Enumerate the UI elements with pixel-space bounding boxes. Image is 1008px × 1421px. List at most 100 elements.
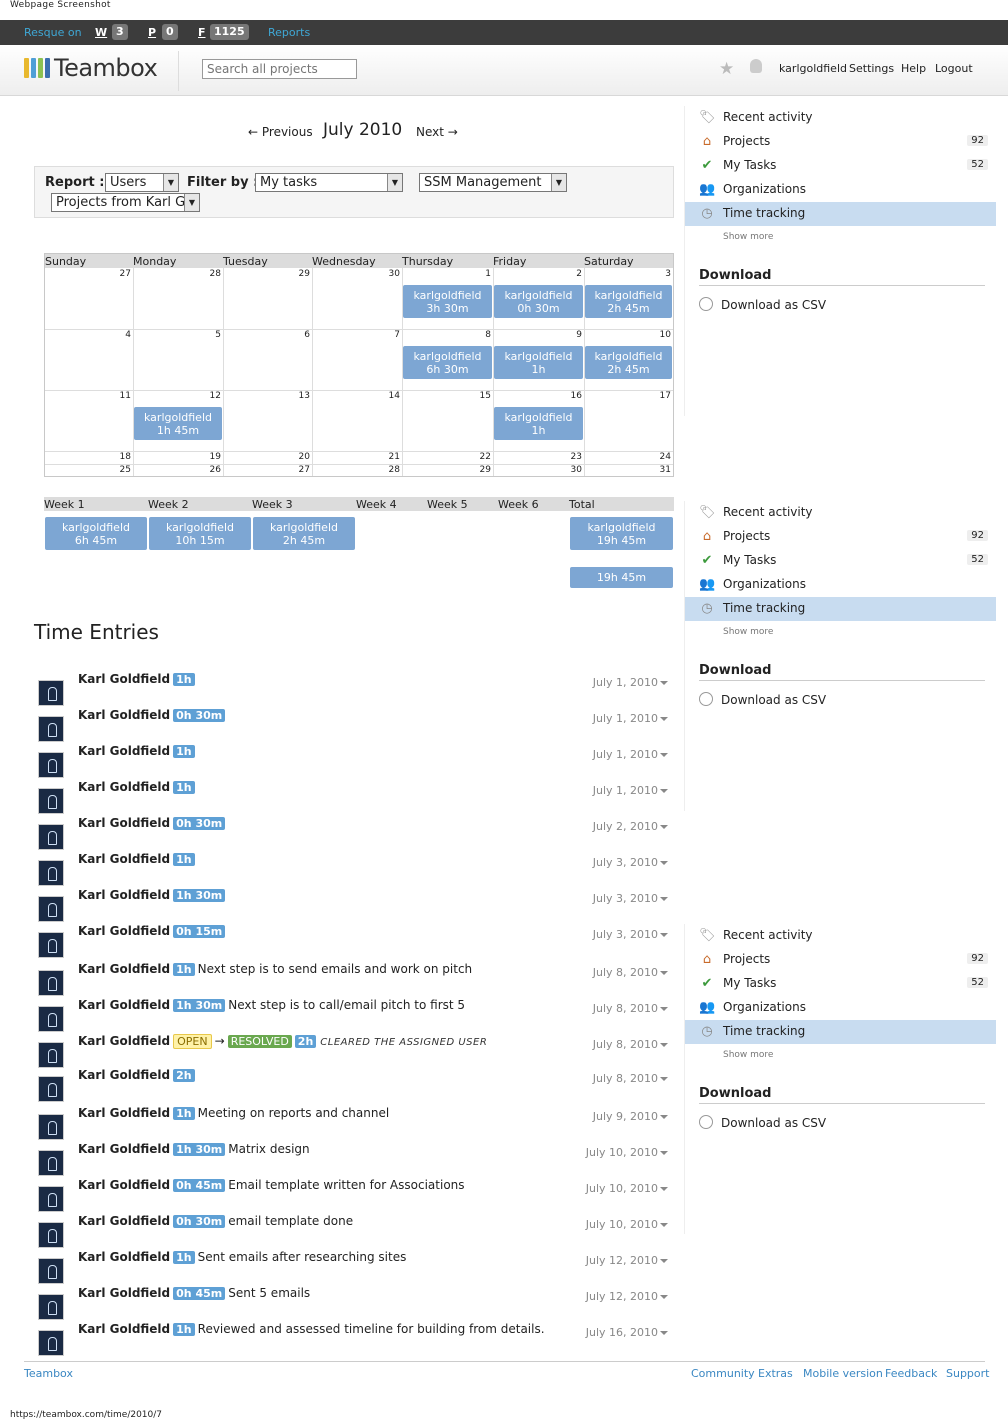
weekly-time-chip[interactable]: karlgoldfield 10h 15m <box>149 517 251 550</box>
sidebar-item-projects[interactable]: ⌂ Projects 92 <box>685 130 996 154</box>
search-input[interactable] <box>202 59 357 79</box>
entry-user-name[interactable]: Karl Goldfield <box>78 924 170 938</box>
user-avatar[interactable] <box>38 680 64 706</box>
calendar-time-chip[interactable]: karlgoldfield 0h 30m <box>494 285 583 318</box>
footer-brand-link[interactable]: Teambox <box>24 1367 73 1380</box>
show-more-link[interactable]: Show more <box>723 232 773 242</box>
entry-date[interactable]: July 8, 2010 <box>593 966 658 979</box>
entry-menu-caret-icon[interactable] <box>660 825 668 829</box>
entry-menu-caret-icon[interactable] <box>660 1295 668 1299</box>
entry-date[interactable]: July 1, 2010 <box>593 712 658 725</box>
star-icon[interactable]: ★ <box>719 59 734 79</box>
sidebar-item-my-tasks[interactable]: ✔ My Tasks 52 <box>685 972 996 996</box>
entry-menu-caret-icon[interactable] <box>660 717 668 721</box>
show-more-link[interactable]: Show more <box>723 627 773 637</box>
sidebar-item-recent-activity[interactable]: 🏷 Recent activity <box>685 501 996 525</box>
calendar-time-chip[interactable]: karlgoldfield 6h 30m <box>403 346 492 379</box>
resque-p-key[interactable]: P <box>148 26 156 39</box>
sidebar-item-projects[interactable]: ⌂ Projects 92 <box>685 948 996 972</box>
resque-status-link[interactable]: Resque on <box>24 26 82 39</box>
entry-user-name[interactable]: Karl Goldfield <box>78 744 170 758</box>
scope-select[interactable]: Projects from Karl Go ▼ <box>51 193 200 212</box>
entry-menu-caret-icon[interactable] <box>660 971 668 975</box>
sidebar-item-organizations[interactable]: 👥 Organizations <box>685 178 996 202</box>
user-avatar[interactable] <box>38 1076 64 1102</box>
entry-user-name[interactable]: Karl Goldfield <box>78 1178 170 1192</box>
sidebar-item-recent-activity[interactable]: 🏷 Recent activity <box>685 924 996 948</box>
next-month-link[interactable]: Next → <box>416 125 458 139</box>
filter-select[interactable]: My tasks ▼ <box>255 173 403 192</box>
sidebar-item-time-tracking[interactable]: ◷ Time tracking <box>685 1020 996 1044</box>
entry-user-name[interactable]: Karl Goldfield <box>78 1068 170 1082</box>
footer-link-extras[interactable]: Extras <box>758 1367 793 1380</box>
weekly-time-chip[interactable]: karlgoldfield 6h 45m <box>45 517 147 550</box>
calendar-time-chip[interactable]: karlgoldfield 1h <box>494 407 583 440</box>
entry-menu-caret-icon[interactable] <box>660 1187 668 1191</box>
entry-date[interactable]: July 16, 2010 <box>586 1326 658 1339</box>
entry-user-name[interactable]: Karl Goldfield <box>78 708 170 722</box>
entry-date[interactable]: July 10, 2010 <box>586 1218 658 1231</box>
sidebar-item-organizations[interactable]: 👥 Organizations <box>685 996 996 1020</box>
footer-link-community[interactable]: Community <box>691 1367 755 1380</box>
entry-menu-caret-icon[interactable] <box>660 1007 668 1011</box>
footer-link-support[interactable]: Support <box>946 1367 989 1380</box>
entry-date[interactable]: July 3, 2010 <box>593 856 658 869</box>
user-avatar[interactable] <box>38 1006 64 1032</box>
entry-menu-caret-icon[interactable] <box>660 789 668 793</box>
footer-link-feedback[interactable]: Feedback <box>885 1367 937 1380</box>
previous-month-link[interactable]: ← Previous <box>248 125 313 139</box>
entry-date[interactable]: July 1, 2010 <box>593 676 658 689</box>
sidebar-item-time-tracking[interactable]: ◷ Time tracking <box>685 597 996 621</box>
user-avatar[interactable] <box>38 1222 64 1248</box>
user-avatar[interactable] <box>38 1114 64 1140</box>
user-avatar[interactable] <box>38 970 64 996</box>
user-avatar[interactable] <box>38 1330 64 1356</box>
entry-user-name[interactable]: Karl Goldfield <box>78 1322 170 1336</box>
user-avatar[interactable] <box>38 896 64 922</box>
entry-user-name[interactable]: Karl Goldfield <box>78 816 170 830</box>
user-avatar[interactable] <box>38 860 64 886</box>
entry-user-name[interactable]: Karl Goldfield <box>78 672 170 686</box>
resque-f-key[interactable]: F <box>198 26 206 39</box>
entry-user-name[interactable]: Karl Goldfield <box>78 888 170 902</box>
sidebar-item-projects[interactable]: ⌂ Projects 92 <box>685 525 996 549</box>
resque-w-key[interactable]: W <box>95 26 107 39</box>
user-avatar[interactable] <box>38 788 64 814</box>
entry-menu-caret-icon[interactable] <box>660 933 668 937</box>
footer-link-mobile[interactable]: Mobile version <box>803 1367 883 1380</box>
sidebar-item-recent-activity[interactable]: 🏷 Recent activity <box>685 106 996 130</box>
entry-date[interactable]: July 2, 2010 <box>593 820 658 833</box>
entry-user-name[interactable]: Karl Goldfield <box>78 780 170 794</box>
resque-reports-link[interactable]: Reports <box>268 26 310 39</box>
download-csv-link[interactable]: Download as CSV <box>699 692 826 707</box>
entry-user-name[interactable]: Karl Goldfield <box>78 1214 170 1228</box>
sidebar-item-organizations[interactable]: 👥 Organizations <box>685 573 996 597</box>
user-avatar[interactable] <box>38 932 64 958</box>
entry-menu-caret-icon[interactable] <box>660 1223 668 1227</box>
entry-date[interactable]: July 10, 2010 <box>586 1146 658 1159</box>
project-select[interactable]: SSM Management ▼ <box>419 173 567 192</box>
entry-date[interactable]: July 3, 2010 <box>593 928 658 941</box>
entry-user-name[interactable]: Karl Goldfield <box>78 852 170 866</box>
calendar-time-chip[interactable]: karlgoldfield 1h 45m <box>134 407 222 440</box>
settings-link[interactable]: Settings <box>849 62 894 75</box>
entry-date[interactable]: July 8, 2010 <box>593 1002 658 1015</box>
entry-user-name[interactable]: Karl Goldfield <box>78 1142 170 1156</box>
entry-user-name[interactable]: Karl Goldfield <box>78 1250 170 1264</box>
help-link[interactable]: Help <box>901 62 926 75</box>
calendar-time-chip[interactable]: karlgoldfield 2h 45m <box>585 346 672 379</box>
entry-date[interactable]: July 1, 2010 <box>593 748 658 761</box>
entry-date[interactable]: July 9, 2010 <box>593 1110 658 1123</box>
sidebar-item-my-tasks[interactable]: ✔ My Tasks 52 <box>685 549 996 573</box>
weekly-time-chip[interactable]: karlgoldfield 2h 45m <box>253 517 355 550</box>
entry-user-name[interactable]: Karl Goldfield <box>78 1034 170 1048</box>
weekly-time-chip[interactable]: karlgoldfield 19h 45m <box>570 517 673 550</box>
entry-menu-caret-icon[interactable] <box>660 861 668 865</box>
entry-menu-caret-icon[interactable] <box>660 681 668 685</box>
user-avatar[interactable] <box>38 1294 64 1320</box>
entry-menu-caret-icon[interactable] <box>660 1115 668 1119</box>
entry-user-name[interactable]: Karl Goldfield <box>78 1106 170 1120</box>
entry-date[interactable]: July 8, 2010 <box>593 1072 658 1085</box>
user-avatar[interactable] <box>38 1150 64 1176</box>
lightbulb-icon[interactable] <box>750 59 762 73</box>
